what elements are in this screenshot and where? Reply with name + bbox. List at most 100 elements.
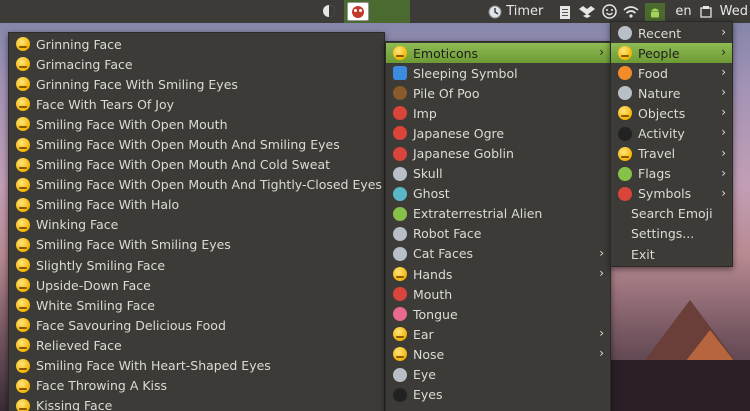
category-item-food[interactable]: Food › (611, 63, 732, 83)
people-item-label: Imp (413, 105, 437, 121)
emoticon-item-label: White Smiling Face (36, 297, 155, 313)
nose-icon (392, 346, 408, 362)
category-item-nature[interactable]: Nature › (611, 83, 732, 103)
people-item-nose[interactable]: Nose › (386, 344, 610, 364)
eye-icon (392, 367, 408, 383)
category-item-label: Nature (638, 85, 681, 101)
category-item-symbols[interactable]: Symbols › (611, 184, 732, 204)
category-item-label: Objects (638, 105, 686, 121)
emoticon-item-grinning-face-with-smiling-eyes[interactable]: Grinning Face With Smiling Eyes (9, 74, 384, 94)
people-item-cat-faces[interactable]: Cat Faces › (386, 244, 610, 264)
brazil-flag-icon (617, 166, 633, 182)
category-item-activity[interactable]: Activity › (611, 123, 732, 143)
emoji-indicator-icon[interactable] (347, 2, 369, 21)
people-item-hands[interactable]: Hands › (386, 264, 610, 284)
taxi-icon (617, 146, 633, 162)
left-indicators (321, 2, 337, 20)
emoticon-item-smiling-face-with-halo[interactable]: Smiling Face With Halo (9, 195, 384, 215)
emoticon-item-slightly-smiling-face[interactable]: Slightly Smiling Face (9, 255, 384, 275)
timer-icon[interactable] (487, 3, 503, 21)
emoticon-item-kissing-face[interactable]: Kissing Face (9, 396, 384, 411)
emoji-face-icon (15, 358, 31, 374)
smiley-icon[interactable] (601, 3, 617, 21)
people-item-ear[interactable]: Ear › (386, 324, 610, 344)
emoticon-item-label: Grinning Face (36, 36, 122, 52)
category-item-people[interactable]: People › (611, 43, 732, 64)
emoticon-item-smiling-face-with-smiling-eyes[interactable]: Smiling Face With Smiling Eyes (9, 235, 384, 255)
people-item-extraterrestrial-alien[interactable]: Extraterrestrial Alien (386, 204, 610, 224)
emoticon-item-relieved-face[interactable]: Relieved Face (9, 335, 384, 355)
language-indicator[interactable]: en (675, 3, 691, 21)
emoticon-item-label: Face With Tears Of Joy (36, 96, 175, 112)
emoticon-item-label: Upside-Down Face (36, 277, 151, 293)
tongue-icon (392, 306, 408, 322)
people-item-imp[interactable]: Imp (386, 103, 610, 123)
category-item-search-emoji[interactable]: Search Emoji (611, 204, 732, 224)
people-item-robot-face[interactable]: Robot Face (386, 224, 610, 244)
submenu-arrow-icon: › (721, 185, 726, 200)
category-item-label: Travel (638, 146, 676, 162)
dropbox-icon[interactable] (579, 3, 596, 21)
submenu-arrow-icon: › (599, 45, 604, 59)
exclamation-question-icon (617, 186, 633, 202)
people-item-emoticons[interactable]: Emoticons › (386, 43, 610, 64)
emoticon-item-smiling-face-with-open-mouth[interactable]: Smiling Face With Open Mouth (9, 114, 384, 134)
people-item-eye[interactable]: Eye (386, 365, 610, 385)
category-item-travel[interactable]: Travel › (611, 144, 732, 164)
people-item-label: Japanese Goblin (413, 146, 514, 162)
people-item-mouth[interactable]: Mouth (386, 284, 610, 304)
right-indicators: Timer en Wed (487, 0, 750, 23)
category-item-flags[interactable]: Flags › (611, 164, 732, 184)
emoticon-item-grimacing-face[interactable]: Grimacing Face (9, 54, 384, 74)
emoticon-item-label: Relieved Face (36, 337, 122, 353)
people-item-japanese-ogre[interactable]: Japanese Ogre (386, 123, 610, 143)
android-icon[interactable] (645, 2, 666, 21)
emoticon-item-label: Winking Face (36, 217, 119, 233)
people-item-label: Nose (413, 346, 445, 362)
emoticon-item-upside-down-face[interactable]: Upside-Down Face (9, 275, 384, 295)
category-item-label: Symbols (638, 186, 692, 202)
category-item-label: Flags (638, 166, 671, 182)
category-item-objects[interactable]: Objects › (611, 103, 732, 123)
emoticon-item-face-throwing-a-kiss[interactable]: Face Throwing A Kiss (9, 376, 384, 396)
category-item-label: Activity (638, 126, 685, 142)
emoji-face-icon (15, 197, 31, 213)
people-item-skull[interactable]: Skull (386, 164, 610, 184)
category-item-exit[interactable]: Exit (611, 244, 732, 264)
emoticon-item-label: Kissing Face (36, 398, 113, 411)
submenu-arrow-icon: › (721, 105, 726, 120)
emoticon-item-smiling-face-with-open-mouth-and-tightly-closed-eyes[interactable]: Smiling Face With Open Mouth And Tightly… (9, 175, 384, 195)
people-item-sleeping-symbol[interactable]: Sleeping Symbol (386, 63, 610, 83)
emoticon-item-smiling-face-with-heart-shaped-eyes[interactable]: Smiling Face With Heart-Shaped Eyes (9, 356, 384, 376)
people-item-japanese-goblin[interactable]: Japanese Goblin (386, 143, 610, 163)
emoticon-item-smiling-face-with-open-mouth-and-cold-sweat[interactable]: Smiling Face With Open Mouth And Cold Sw… (9, 155, 384, 175)
emoticon-item-face-with-tears-of-joy[interactable]: Face With Tears Of Joy (9, 94, 384, 114)
people-item-eyes[interactable]: Eyes (386, 385, 610, 405)
people-item-label: Tongue (413, 306, 458, 322)
timer-label[interactable]: Timer (506, 3, 543, 21)
emoticon-item-face-savouring-delicious-food[interactable]: Face Savouring Delicious Food (9, 315, 384, 335)
people-item-pile-of-poo[interactable]: Pile Of Poo (386, 83, 610, 103)
top-panel: Timer en Wed (0, 0, 750, 23)
power-icon[interactable] (698, 3, 714, 21)
people-item-label: Emoticons (413, 45, 479, 61)
emoticon-item-smiling-face-with-open-mouth-and-smiling-eyes[interactable]: Smiling Face With Open Mouth And Smiling… (9, 134, 384, 154)
people-item-label: Ear (413, 326, 434, 342)
category-item-recent[interactable]: Recent › (611, 23, 732, 43)
clock-day[interactable]: Wed (720, 3, 748, 21)
wifi-icon[interactable] (623, 3, 639, 21)
emoticon-item-label: Smiling Face With Smiling Eyes (36, 237, 231, 253)
submenu-arrow-icon: › (599, 346, 604, 361)
lightbulb-icon (617, 105, 633, 121)
emoji-face-icon (15, 177, 31, 193)
people-item-tongue[interactable]: Tongue (386, 304, 610, 324)
clipboard-icon[interactable] (557, 3, 573, 21)
people-item-ghost[interactable]: Ghost (386, 184, 610, 204)
emoticon-item-winking-face[interactable]: Winking Face (9, 215, 384, 235)
goblin-icon (392, 146, 408, 162)
category-item-label: Recent (638, 25, 682, 41)
emoticon-item-grinning-face[interactable]: Grinning Face (9, 34, 384, 54)
emoticon-item-white-smiling-face[interactable]: White Smiling Face (9, 295, 384, 315)
category-item-settings[interactable]: Settings... (611, 224, 732, 244)
contrast-icon[interactable] (321, 2, 337, 20)
